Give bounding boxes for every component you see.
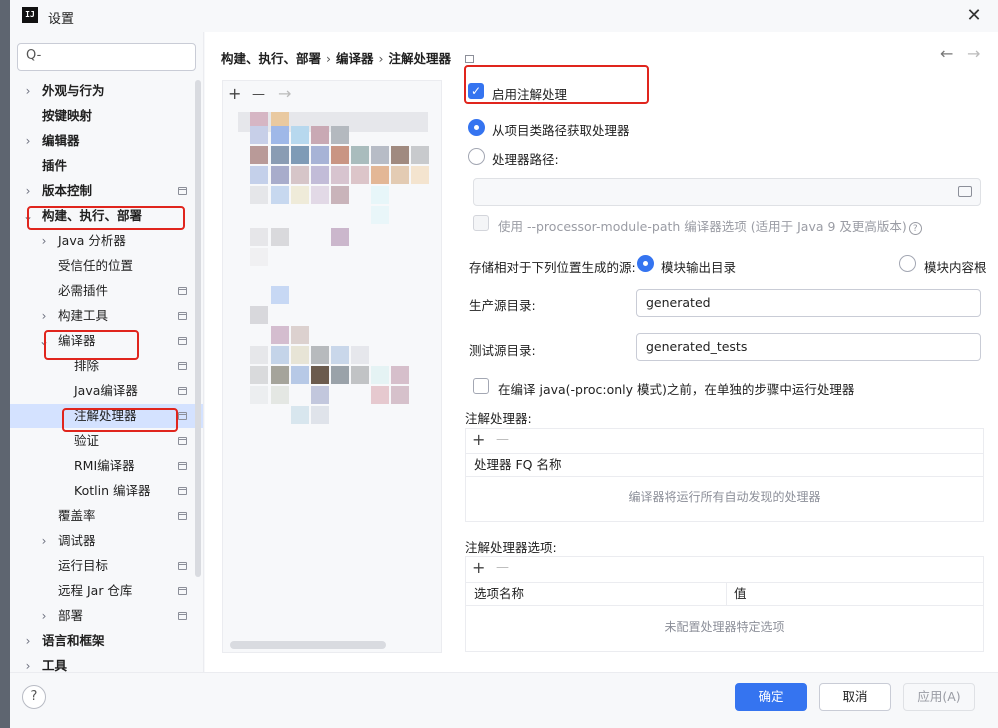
project-scope-icon <box>178 362 187 370</box>
add-option-button[interactable]: + <box>472 558 485 577</box>
chevron-right-icon: › <box>41 609 47 623</box>
module-content-root-radio[interactable] <box>899 255 916 272</box>
sidebar-item-plugins[interactable]: 插件 <box>10 154 203 178</box>
options-empty-text: 未配置处理器特定选项 <box>664 620 785 634</box>
settings-content: 构建、执行、部署 › 编译器 › 注解处理器 ← → + — → ✓ 启用注解处… <box>205 32 998 672</box>
sidebar-item-remote-jar-repositories[interactable]: 远程 Jar 仓库 <box>10 579 203 603</box>
annotation-highlight-build <box>27 206 185 230</box>
sidebar-item-required-plugins[interactable]: 必需插件 <box>10 279 203 303</box>
processors-table-title: 注解处理器: <box>465 411 532 426</box>
remove-option-button[interactable]: — <box>496 560 509 575</box>
sidebar-item-version-control[interactable]: › 版本控制 <box>10 179 203 203</box>
use-module-path-label: 使用 --processor-module-path 编译器选项 (适用于 Ja… <box>498 216 922 235</box>
help-icon[interactable]: ? <box>908 222 922 235</box>
add-profile-button[interactable]: + <box>228 84 241 103</box>
remove-processor-button[interactable]: — <box>496 432 509 447</box>
project-scope-icon <box>178 387 187 395</box>
column-header-value[interactable]: 值 <box>734 583 747 605</box>
ok-button[interactable]: 确定 <box>735 683 807 711</box>
intellij-logo-icon: IJ <box>22 7 38 23</box>
processor-path-field[interactable] <box>473 178 981 206</box>
project-scope-icon <box>465 55 475 63</box>
sidebar-item-trusted-locations[interactable]: 受信任的位置 <box>10 254 203 278</box>
sidebar-scrollbar[interactable] <box>195 80 201 577</box>
run-separately-label: 在编译 java(-proc:only 模式)之前，在单独的步骤中运行处理器 <box>498 382 855 397</box>
settings-window: IJ 设置 ✕ Q- › 外观与行为 按键映射 › 编辑器 插件 › 版本控制 … <box>10 0 998 728</box>
cancel-button[interactable]: 取消 <box>819 683 891 711</box>
add-processor-button[interactable]: + <box>472 430 485 449</box>
chevron-right-icon: › <box>41 309 47 323</box>
sidebar-item-coverage[interactable]: 覆盖率 <box>10 504 203 528</box>
project-scope-icon <box>178 462 187 470</box>
chevron-right-icon: › <box>25 634 31 648</box>
run-separately-checkbox[interactable] <box>473 378 489 394</box>
sidebar-item-build-tools[interactable]: › 构建工具 <box>10 304 203 328</box>
project-scope-icon <box>178 312 187 320</box>
sidebar-item-run-targets[interactable]: 运行目标 <box>10 554 203 578</box>
processor-options-table: + — 选项名称 值 未配置处理器特定选项 <box>465 556 984 652</box>
forward-arrow-icon[interactable]: → <box>967 44 980 63</box>
search-icon: Q- <box>26 48 42 63</box>
sidebar-item-java-compiler[interactable]: Java编译器 <box>10 379 203 403</box>
folder-icon[interactable] <box>958 186 972 197</box>
processors-empty-text: 编译器将运行所有自动发现的处理器 <box>628 490 821 504</box>
sidebar-item-appearance[interactable]: › 外观与行为 <box>10 79 203 103</box>
obtain-from-classpath-radio[interactable] <box>468 119 485 136</box>
column-header-option-name[interactable]: 选项名称 <box>474 583 524 605</box>
annotation-highlight-enable-checkbox <box>464 65 649 104</box>
project-scope-icon <box>178 487 187 495</box>
project-scope-icon <box>178 587 187 595</box>
project-scope-icon <box>178 412 187 420</box>
sidebar-item-keymap[interactable]: 按键映射 <box>10 104 203 128</box>
sidebar-item-kotlin-compiler[interactable]: Kotlin 编译器 <box>10 479 203 503</box>
search-input[interactable]: Q- <box>17 43 196 71</box>
help-button[interactable]: ? <box>22 685 46 709</box>
apply-button[interactable]: 应用(A) <box>903 683 975 711</box>
project-scope-icon <box>178 562 187 570</box>
move-module-button[interactable]: → <box>278 84 291 103</box>
sidebar-item-languages-frameworks[interactable]: › 语言和框架 <box>10 629 203 653</box>
sidebar-item-editor[interactable]: › 编辑器 <box>10 129 203 153</box>
sidebar-item-validation[interactable]: 验证 <box>10 429 203 453</box>
sidebar-item-debugger[interactable]: › 调试器 <box>10 529 203 553</box>
processors-table: + — 处理器 FQ 名称 编译器将运行所有自动发现的处理器 <box>465 428 984 522</box>
chevron-right-icon: › <box>25 659 31 672</box>
processor-path-radio[interactable] <box>468 148 485 165</box>
project-scope-icon <box>178 612 187 620</box>
settings-sidebar: Q- › 外观与行为 按键映射 › 编辑器 插件 › 版本控制 ⌄ 构建、执行、… <box>10 32 204 672</box>
annotation-highlight-compiler <box>44 330 139 360</box>
use-module-path-checkbox[interactable] <box>473 215 489 231</box>
chevron-right-icon: › <box>41 534 47 548</box>
window-title: 设置 <box>48 12 75 27</box>
dialog-footer: ? 确定 取消 应用(A) <box>10 672 998 728</box>
chevron-right-icon: › <box>25 184 31 198</box>
project-scope-icon <box>178 437 187 445</box>
test-sources-dir-field[interactable]: generated_tests <box>636 333 981 361</box>
close-icon[interactable]: ✕ <box>962 4 986 28</box>
profiles-horizontal-scrollbar[interactable] <box>230 641 386 649</box>
sidebar-item-java-profiler[interactable]: › Java 分析器 <box>10 229 203 253</box>
project-scope-icon <box>178 287 187 295</box>
remove-profile-button[interactable]: — <box>252 87 265 102</box>
chevron-right-icon: › <box>25 134 31 148</box>
sidebar-item-tools[interactable]: › 工具 <box>10 654 203 672</box>
project-scope-icon <box>178 187 187 195</box>
column-header-processor-fq-name[interactable]: 处理器 FQ 名称 <box>474 454 561 476</box>
annotation-highlight-annotation-processors <box>62 408 178 432</box>
breadcrumb: 构建、执行、部署 › 编译器 › 注解处理器 <box>221 48 475 67</box>
chevron-right-icon: › <box>41 234 47 248</box>
sidebar-item-deployment[interactable]: › 部署 <box>10 604 203 628</box>
production-sources-dir-field[interactable]: generated <box>636 289 981 317</box>
project-scope-icon <box>178 337 187 345</box>
chevron-right-icon: › <box>25 84 31 98</box>
back-arrow-icon[interactable]: ← <box>940 44 953 63</box>
module-output-dir-radio[interactable] <box>637 255 654 272</box>
project-scope-icon <box>178 512 187 520</box>
sidebar-item-rmi-compiler[interactable]: RMI编译器 <box>10 454 203 478</box>
title-bar: IJ 设置 ✕ <box>10 0 998 32</box>
options-table-title: 注解处理器选项: <box>465 540 557 555</box>
